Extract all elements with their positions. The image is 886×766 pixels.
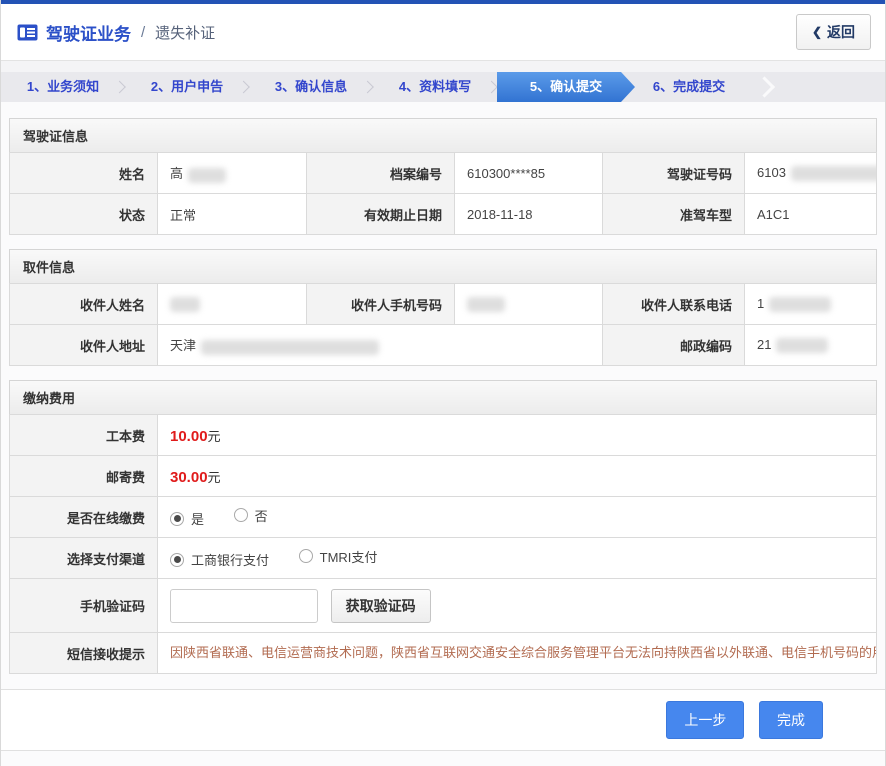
recipient-name-label: 收件人姓名	[10, 284, 158, 325]
name-value: 高	[158, 153, 307, 194]
radio-online-yes[interactable]: 是	[170, 509, 204, 528]
redacted-blur	[467, 297, 505, 312]
table-row: 工本费 10.00元	[10, 415, 877, 456]
redacted-blur	[791, 166, 877, 181]
online-pay-options: 是 否	[158, 497, 877, 538]
redacted-blur	[170, 297, 200, 312]
recipient-phone-value: 1	[745, 284, 877, 325]
pay-channel-options: 工商银行支付 TMRI支付	[158, 538, 877, 579]
spacer-band	[1, 61, 885, 72]
license-card-icon	[17, 24, 38, 41]
step-3-confirm-info[interactable]: 3、确认信息	[249, 72, 373, 102]
postage-label: 邮寄费	[10, 456, 158, 497]
pay-channel-label: 选择支付渠道	[10, 538, 158, 579]
step-5-confirm-submit-active[interactable]: 5、确认提交	[497, 72, 635, 102]
redacted-blur	[769, 297, 831, 312]
status-value: 正常	[158, 194, 307, 235]
table-row: 手机验证码 获取验证码	[10, 579, 877, 633]
step-4-fill-data[interactable]: 4、资料填写	[373, 72, 497, 102]
page-header: 驾驶证业务 / 遗失补证 ❮ 返回	[1, 4, 885, 61]
radio-channel-icbc[interactable]: 工商银行支付	[170, 550, 269, 569]
expiry-value: 2018-11-18	[455, 194, 603, 235]
sms-notice-label: 短信接收提示	[10, 633, 158, 674]
footer-actions: 上一步 完成	[1, 689, 885, 751]
postage-unit: 元	[208, 470, 221, 485]
radio-unselected-icon	[234, 508, 248, 522]
postal-code-value: 21	[745, 325, 877, 366]
table-row: 收件人地址 天津 邮政编码 21	[10, 325, 877, 366]
table-row: 收件人姓名 收件人手机号码 收件人联系电话 1	[10, 284, 877, 325]
sms-notice-text: 因陕西省联通、电信运营商技术问题，陕西省互联网交通安全综合服务管理平台无法向持陕…	[158, 633, 877, 674]
table-row: 短信接收提示 因陕西省联通、电信运营商技术问题，陕西省互联网交通安全综合服务管理…	[10, 633, 877, 674]
sms-code-row: 获取验证码	[158, 579, 877, 633]
fee-label: 工本费	[10, 415, 158, 456]
expiry-label: 有效期止日期	[307, 194, 455, 235]
recipient-mobile-label: 收件人手机号码	[307, 284, 455, 325]
get-code-button[interactable]: 获取验证码	[331, 589, 431, 623]
radio-online-no[interactable]: 否	[234, 506, 268, 525]
table-row: 状态 正常 有效期止日期 2018-11-18 准驾车型 A1C1	[10, 194, 877, 235]
table-row: 邮寄费 30.00元	[10, 456, 877, 497]
pickup-info-table: 收件人姓名 收件人手机号码 收件人联系电话 1 收件人地址 天津 邮政编码 21	[9, 283, 877, 366]
step-2-user-declaration[interactable]: 2、用户申告	[125, 72, 249, 102]
online-pay-label: 是否在线缴费	[10, 497, 158, 538]
back-button[interactable]: ❮ 返回	[796, 14, 871, 50]
license-info-table: 姓名 高 档案编号 610300****85 驾驶证号码 6103 状态 正常 …	[9, 152, 877, 235]
redacted-blur	[776, 338, 828, 353]
vehicle-class-value: A1C1	[745, 194, 877, 235]
file-no-value: 610300****85	[455, 153, 603, 194]
file-no-label: 档案编号	[307, 153, 455, 194]
fee-unit: 元	[208, 429, 221, 444]
sms-code-label: 手机验证码	[10, 579, 158, 633]
previous-step-button[interactable]: 上一步	[666, 701, 744, 739]
redacted-blur	[201, 340, 379, 355]
step-6-complete-submit[interactable]: 6、完成提交	[627, 72, 751, 102]
radio-unselected-icon	[299, 549, 313, 563]
back-button-label: 返回	[827, 22, 855, 42]
status-label: 状态	[10, 194, 158, 235]
breadcrumb-divider: /	[141, 24, 145, 41]
page: 驾驶证业务 / 遗失补证 ❮ 返回 1、业务须知 2、用户申告 3、确认信息 4…	[0, 0, 886, 766]
license-info-section: 驾驶证信息 姓名 高 档案编号 610300****85 驾驶证号码 6103 …	[9, 118, 877, 235]
license-no-value: 6103	[745, 153, 877, 194]
recipient-mobile-value	[455, 284, 603, 325]
radio-selected-icon	[170, 553, 184, 567]
payment-table: 工本费 10.00元 邮寄费 30.00元 是否在线缴费 是 否 选择支付渠道	[9, 414, 877, 674]
license-no-label: 驾驶证号码	[603, 153, 745, 194]
main-content: 驾驶证信息 姓名 高 档案编号 610300****85 驾驶证号码 6103 …	[1, 118, 885, 674]
name-label: 姓名	[10, 153, 158, 194]
breadcrumb: 驾驶证业务 / 遗失补证	[17, 20, 215, 45]
sms-code-input[interactable]	[170, 589, 318, 623]
vehicle-class-label: 准驾车型	[603, 194, 745, 235]
step-progress-bar: 1、业务须知 2、用户申告 3、确认信息 4、资料填写 5、确认提交 6、完成提…	[1, 72, 885, 102]
postal-code-label: 邮政编码	[603, 325, 745, 366]
postage-value: 30.00元	[158, 456, 877, 497]
redacted-blur	[188, 168, 226, 183]
breadcrumb-current: 遗失补证	[155, 22, 215, 43]
table-row: 是否在线缴费 是 否	[10, 497, 877, 538]
step-1-business-notice[interactable]: 1、业务须知	[1, 72, 125, 102]
payment-title: 缴纳费用	[9, 380, 877, 414]
recipient-name-value	[158, 284, 307, 325]
recipient-address-value: 天津	[158, 325, 603, 366]
finish-button[interactable]: 完成	[759, 701, 823, 739]
fee-value: 10.00元	[158, 415, 877, 456]
table-row: 选择支付渠道 工商银行支付 TMRI支付	[10, 538, 877, 579]
pickup-info-section: 取件信息 收件人姓名 收件人手机号码 收件人联系电话 1 收件人地址 天津 邮政…	[9, 249, 877, 366]
page-title: 驾驶证业务	[46, 20, 131, 45]
recipient-phone-label: 收件人联系电话	[603, 284, 745, 325]
radio-selected-icon	[170, 512, 184, 526]
recipient-address-label: 收件人地址	[10, 325, 158, 366]
pickup-info-title: 取件信息	[9, 249, 877, 283]
table-row: 姓名 高 档案编号 610300****85 驾驶证号码 6103	[10, 153, 877, 194]
radio-channel-tmri[interactable]: TMRI支付	[299, 547, 378, 566]
license-info-title: 驾驶证信息	[9, 118, 877, 152]
payment-section: 缴纳费用 工本费 10.00元 邮寄费 30.00元 是否在线缴费 是 否	[9, 380, 877, 674]
fee-amount: 10.00	[170, 428, 208, 445]
postage-amount: 30.00	[170, 469, 208, 486]
step-end-chevron-icon	[751, 72, 781, 102]
spacer-band	[1, 102, 885, 118]
chevron-left-icon: ❮	[812, 25, 822, 39]
